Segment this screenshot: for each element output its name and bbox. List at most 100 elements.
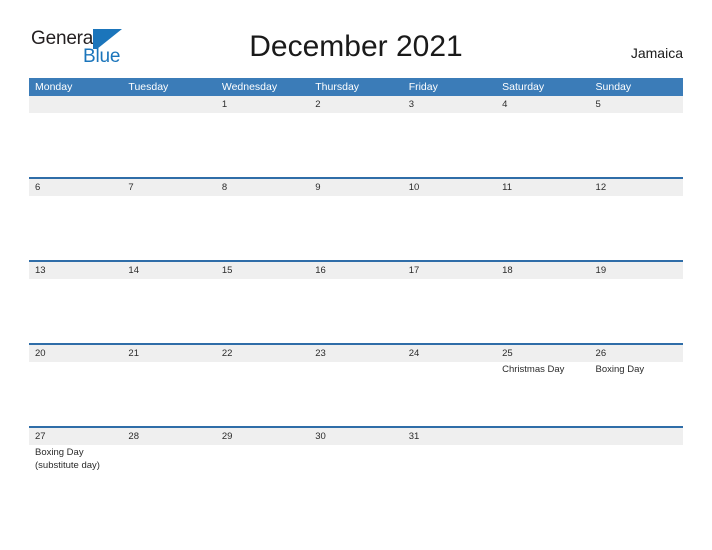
day-number[interactable]: 19 <box>590 262 683 279</box>
day-cell[interactable] <box>309 279 402 343</box>
day-cell[interactable] <box>590 113 683 177</box>
day-number[interactable]: 2 <box>309 96 402 113</box>
day-cell[interactable] <box>590 279 683 343</box>
day-cell[interactable] <box>309 196 402 260</box>
day-number[interactable]: 20 <box>29 345 122 362</box>
day-cell[interactable] <box>122 362 215 426</box>
day-number <box>29 96 122 113</box>
page-header: General Blue December 2021 Jamaica <box>0 0 712 74</box>
holiday-label: (substitute day) <box>35 459 100 471</box>
day-cell[interactable] <box>403 445 496 509</box>
day-number[interactable]: 13 <box>29 262 122 279</box>
day-number[interactable]: 25 <box>496 345 589 362</box>
day-cell[interactable] <box>122 279 215 343</box>
day-cell[interactable] <box>496 196 589 260</box>
weekday-header-friday: Friday <box>408 81 438 93</box>
day-number[interactable]: 30 <box>309 428 402 445</box>
day-cell[interactable] <box>403 279 496 343</box>
day-cell[interactable] <box>29 362 122 426</box>
day-number[interactable]: 26 <box>590 345 683 362</box>
day-number[interactable]: 21 <box>122 345 215 362</box>
day-number[interactable]: 5 <box>590 96 683 113</box>
day-cell[interactable] <box>29 113 122 177</box>
day-cell[interactable] <box>309 362 402 426</box>
holiday-label: Boxing Day <box>595 364 645 375</box>
day-cell[interactable] <box>496 113 589 177</box>
calendar-week-row: 6 7 8 9 10 11 12 <box>29 177 683 260</box>
day-number[interactable]: 8 <box>216 179 309 196</box>
day-cell[interactable] <box>309 113 402 177</box>
weekday-header-row: Monday Tuesday Wednesday Thursday Friday… <box>29 78 683 96</box>
day-number-strip: 6 7 8 9 10 11 12 <box>29 179 683 196</box>
calendar-grid: Monday Tuesday Wednesday Thursday Friday… <box>29 78 683 509</box>
day-number[interactable]: 7 <box>122 179 215 196</box>
weekday-header-monday: Monday <box>35 81 73 93</box>
day-number[interactable]: 6 <box>29 179 122 196</box>
weekday-header-saturday: Saturday <box>502 81 545 93</box>
day-cell[interactable]: Boxing Day (substitute day) <box>29 445 122 509</box>
page-title: December 2021 <box>249 30 463 63</box>
day-cell[interactable] <box>122 196 215 260</box>
day-number <box>496 428 589 445</box>
weekday-header-thursday: Thursday <box>315 81 360 93</box>
day-number[interactable]: 24 <box>403 345 496 362</box>
calendar-week-row: 13 14 15 16 17 18 19 <box>29 260 683 343</box>
day-cell[interactable] <box>403 362 496 426</box>
day-number[interactable]: 28 <box>122 428 215 445</box>
day-number[interactable]: 23 <box>309 345 402 362</box>
day-number[interactable]: 22 <box>216 345 309 362</box>
day-cell[interactable] <box>590 445 683 509</box>
day-cell[interactable] <box>216 362 309 426</box>
holiday-label: Boxing Day <box>35 447 84 458</box>
day-number[interactable]: 9 <box>309 179 402 196</box>
day-event-strip: Christmas Day Boxing Day <box>29 362 683 426</box>
day-cell[interactable] <box>216 445 309 509</box>
day-cell[interactable] <box>216 196 309 260</box>
weekday-header-sunday: Sunday <box>595 81 632 93</box>
day-event-strip <box>29 196 683 260</box>
day-number[interactable]: 3 <box>403 96 496 113</box>
day-cell[interactable] <box>403 113 496 177</box>
day-number[interactable]: 4 <box>496 96 589 113</box>
day-number[interactable]: 31 <box>403 428 496 445</box>
day-cell[interactable] <box>590 196 683 260</box>
day-number-strip: 20 21 22 23 24 25 26 <box>29 345 683 362</box>
day-number[interactable]: 15 <box>216 262 309 279</box>
day-cell[interactable] <box>122 445 215 509</box>
day-number <box>122 96 215 113</box>
day-cell[interactable] <box>403 196 496 260</box>
day-number[interactable]: 1 <box>216 96 309 113</box>
day-cell[interactable] <box>29 196 122 260</box>
day-cell[interactable] <box>496 445 589 509</box>
day-cell[interactable]: Boxing Day <box>590 362 683 426</box>
day-number[interactable]: 17 <box>403 262 496 279</box>
day-number-strip: 27 28 29 30 31 <box>29 428 683 445</box>
day-number[interactable]: 10 <box>403 179 496 196</box>
day-number[interactable]: 18 <box>496 262 589 279</box>
day-number[interactable]: 12 <box>590 179 683 196</box>
day-event-strip <box>29 113 683 177</box>
weekday-header-wednesday: Wednesday <box>221 81 278 93</box>
calendar-week-row: 20 21 22 23 24 25 26 Christmas Day Boxing Day <box>29 343 683 426</box>
day-cell[interactable]: Christmas Day <box>496 362 589 426</box>
day-cell[interactable] <box>122 113 215 177</box>
calendar-weeks: 1 2 3 4 5 6 7 8 9 10 11 12 13 14 15 16 17 18 19 20 21 22 23 24 2… <box>29 96 683 509</box>
day-number[interactable]: 27 <box>29 428 122 445</box>
region-label: Jamaica <box>630 45 683 61</box>
weekday-header-tuesday: Tuesday <box>128 81 169 93</box>
day-cell[interactable] <box>29 279 122 343</box>
day-number-strip: 12345 <box>29 96 683 113</box>
day-number-strip: 13 14 15 16 17 18 19 <box>29 262 683 279</box>
day-number[interactable]: 11 <box>496 179 589 196</box>
day-event-strip: Boxing Day (substitute day) <box>29 445 683 509</box>
holiday-label: Christmas Day <box>502 364 565 375</box>
day-number[interactable]: 29 <box>216 428 309 445</box>
day-cell[interactable] <box>496 279 589 343</box>
day-number[interactable]: 16 <box>309 262 402 279</box>
day-cell[interactable] <box>309 445 402 509</box>
day-number[interactable]: 14 <box>122 262 215 279</box>
calendar-page: General Blue December 2021 Jamaica Monda… <box>0 0 712 550</box>
day-cell[interactable] <box>216 279 309 343</box>
day-cell[interactable] <box>216 113 309 177</box>
day-number <box>590 428 683 445</box>
